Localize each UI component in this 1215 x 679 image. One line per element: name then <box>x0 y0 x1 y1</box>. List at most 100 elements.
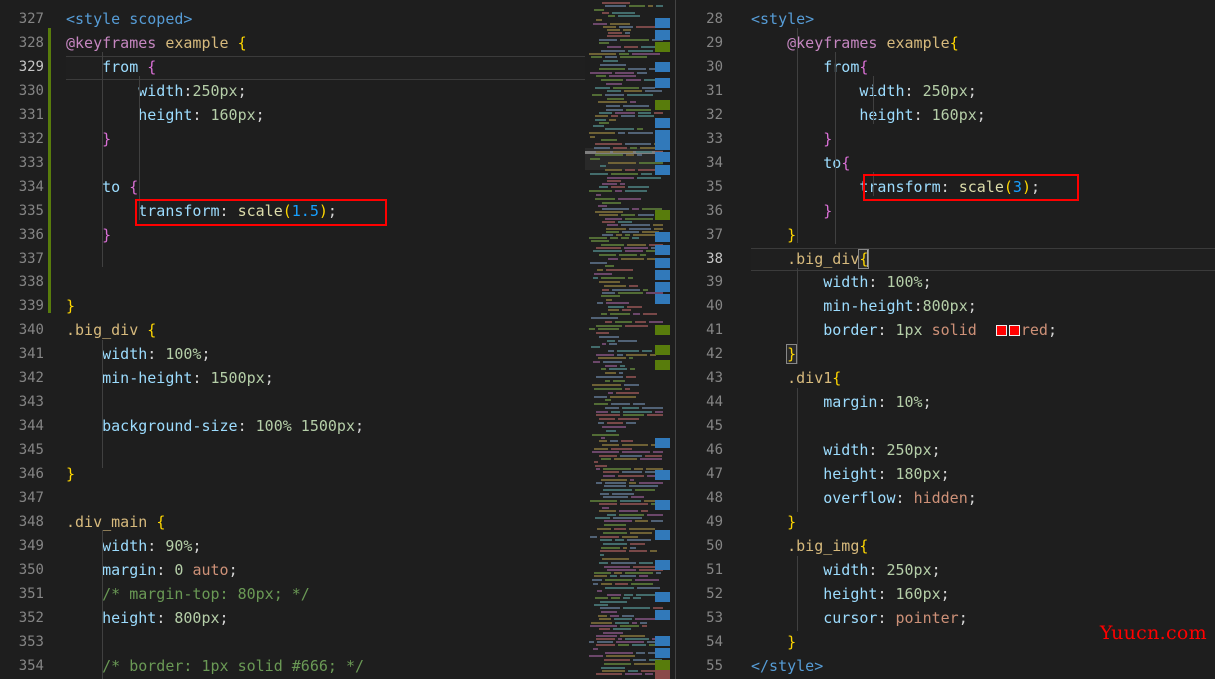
code-line[interactable]: 328 @keyframes example { <box>0 32 585 56</box>
minimap-code-row <box>604 659 630 661</box>
code-line[interactable]: 353 <box>0 631 585 655</box>
code-line[interactable]: 47 height: 180px; <box>677 463 1215 487</box>
code-line[interactable]: 32 height: 160px; <box>677 104 1215 128</box>
code-line[interactable]: 33 } <box>677 128 1215 152</box>
overview-ruler-mark <box>655 648 670 658</box>
code-line[interactable]: 329 from { <box>0 55 585 80</box>
color-swatch-red[interactable] <box>995 325 1007 337</box>
overview-ruler-mark <box>655 592 670 602</box>
minimap-code-row <box>594 396 607 398</box>
code-text: @keyframes example { <box>66 32 247 56</box>
minimap-code-row <box>598 328 619 330</box>
code-line[interactable]: 343 <box>0 391 585 415</box>
code-line[interactable]: 48 overflow: hidden; <box>677 487 1215 511</box>
code-line[interactable]: 338 <box>0 271 585 295</box>
minimap-code-row <box>636 151 652 153</box>
right-code-lines[interactable]: 28 <style> 29 @keyframes example{30 from{3… <box>677 0 1215 679</box>
code-line[interactable]: 44 margin: 10%; <box>677 391 1215 415</box>
code-line[interactable]: 334 to { <box>0 176 585 200</box>
code-line[interactable]: 337 <box>0 248 585 272</box>
code-line[interactable]: 347 <box>0 487 585 511</box>
minimap-code-row <box>640 254 646 256</box>
left-code-lines[interactable]: 327 <style scoped> 328 @keyframes example {… <box>0 0 585 679</box>
code-line[interactable]: 331 height: 160px; <box>0 104 585 128</box>
overview-ruler[interactable] <box>655 0 670 679</box>
code-line[interactable]: 41 border: 1px solid red; <box>677 319 1215 343</box>
token: 1.5 <box>291 201 319 220</box>
minimap-code-row <box>605 128 634 130</box>
code-line[interactable]: 31 width: 250px; <box>677 80 1215 104</box>
code-line[interactable]: 352 height: 800px; <box>0 607 585 631</box>
minimap-code-row <box>611 562 636 564</box>
code-line[interactable]: 333 <box>0 152 585 176</box>
minimap-code-row <box>639 575 648 577</box>
code-line[interactable]: 43 .div1{ <box>677 367 1215 391</box>
minimap-code-row <box>601 313 607 315</box>
minimap-code-row <box>618 221 632 223</box>
code-line[interactable]: 330 width:250px; <box>0 80 585 104</box>
code-line[interactable]: 51 width: 250px; <box>677 559 1215 583</box>
code-line[interactable]: 55 </style> <box>677 655 1215 679</box>
code-line[interactable]: 336 } <box>0 224 585 248</box>
code-line[interactable]: 36 } <box>677 200 1215 224</box>
code-line[interactable]: 349 width: 90%; <box>0 535 585 559</box>
line-number: 37 <box>706 226 723 243</box>
code-line[interactable]: 49 } <box>677 511 1215 535</box>
line-number: 342 <box>18 370 44 387</box>
code-line[interactable]: 45 <box>677 415 1215 439</box>
token: { <box>156 512 166 531</box>
code-minimap[interactable] <box>585 0 663 679</box>
code-line[interactable]: 34 to{ <box>677 152 1215 176</box>
minimap-code-row <box>630 101 636 103</box>
code-line[interactable]: 39 width: 100%; <box>677 271 1215 295</box>
code-line[interactable]: 28 <style> <box>677 8 1215 32</box>
minimap-code-row <box>590 536 597 538</box>
minimap-code-row <box>618 15 640 17</box>
code-line[interactable]: 37 } <box>677 224 1215 248</box>
code-line[interactable]: 351 /* margin-top: 80px; */ <box>0 583 585 607</box>
code-line[interactable]: 348 .div_main { <box>0 511 585 535</box>
code-line[interactable]: 350 margin: 0 auto; <box>0 559 585 583</box>
minimap-code-row <box>639 562 653 564</box>
line-number: 43 <box>706 370 723 387</box>
minimap-code-row <box>635 321 646 323</box>
token: } <box>66 465 76 484</box>
minimap-code-row <box>623 607 650 609</box>
code-line[interactable]: 52 height: 160px; <box>677 583 1215 607</box>
token: transform <box>138 201 220 220</box>
code-line[interactable]: 345 <box>0 439 585 463</box>
line-number: 332 <box>18 130 44 147</box>
code-line[interactable]: 342 min-height: 1500px; <box>0 367 585 391</box>
code-line[interactable]: 35 transform: scale(3); <box>677 176 1215 200</box>
left-editor-pane[interactable]: 327 <style scoped> 328 @keyframes example {… <box>0 0 585 679</box>
minimap-column[interactable] <box>585 0 677 679</box>
code-line[interactable]: 340 .big_div { <box>0 319 585 343</box>
minimap-code-row <box>602 208 629 210</box>
token: min-height <box>823 297 914 316</box>
code-line[interactable]: 327 <style scoped> <box>0 8 585 32</box>
code-line[interactable]: 335 transform: scale(1.5); <box>0 200 585 224</box>
minimap-code-row <box>623 105 649 107</box>
code-line[interactable]: 346} <box>0 463 585 487</box>
minimap-code-row <box>607 180 621 182</box>
minimap-code-row <box>596 638 615 640</box>
right-editor-pane[interactable]: 28 <style> 29 @keyframes example{30 from{3… <box>677 0 1215 679</box>
pane-divider[interactable] <box>675 0 676 679</box>
code-line[interactable]: 50 .big_img{ <box>677 535 1215 559</box>
token: width <box>823 441 869 460</box>
code-line[interactable]: 40 min-height:800px; <box>677 295 1215 319</box>
code-line[interactable]: 332 } <box>0 128 585 152</box>
code-line[interactable]: 42 } <box>677 343 1215 367</box>
code-line[interactable]: 344 background-size: 100% 1500px; <box>0 415 585 439</box>
code-line[interactable]: 30 from{ <box>677 56 1215 80</box>
code-line[interactable]: 354 /* border: 1px solid #666; */ <box>0 655 585 679</box>
code-line[interactable]: 46 width: 250px; <box>677 439 1215 463</box>
code-line[interactable]: 29 @keyframes example{ <box>677 32 1215 56</box>
code-line[interactable]: 339} <box>0 295 585 319</box>
code-line[interactable]: 341 width: 100%; <box>0 343 585 367</box>
code-line[interactable]: 38 .big_div{ <box>677 247 1215 272</box>
color-swatch-red[interactable] <box>1008 325 1020 337</box>
